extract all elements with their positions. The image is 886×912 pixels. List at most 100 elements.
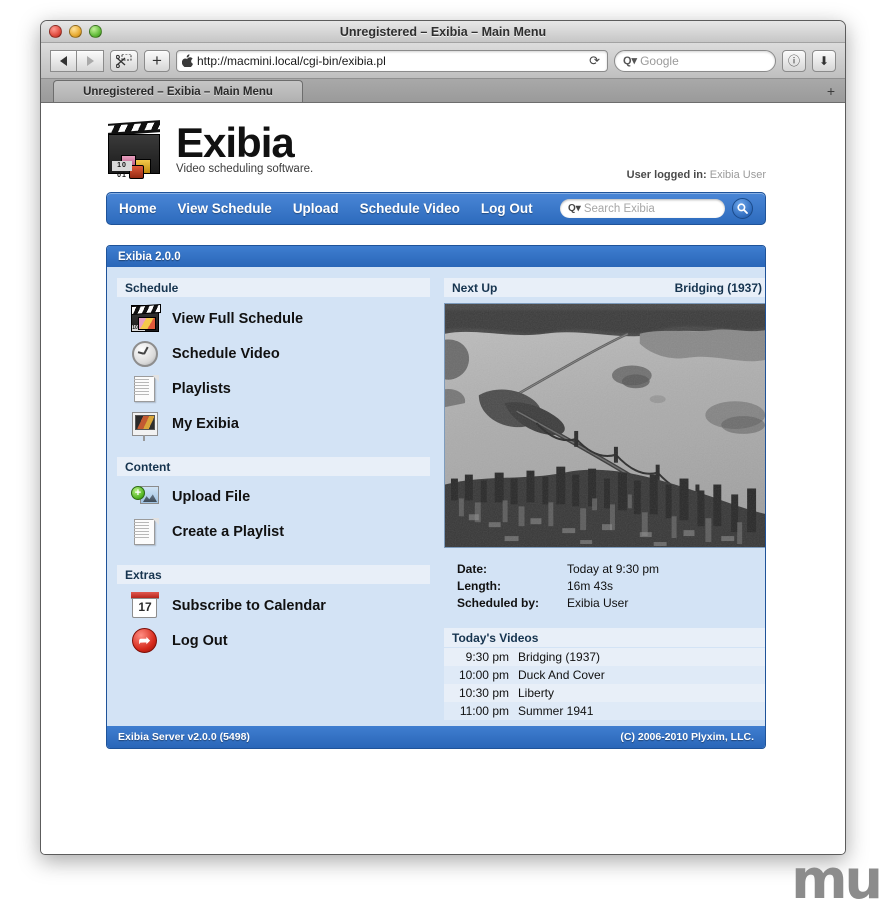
add-image-icon: + bbox=[131, 484, 159, 510]
app-panel-footer: Exibia Server v2.0.0 (5498) (C) 2006-201… bbox=[107, 726, 765, 748]
sidebar-item-subscribe-to-calendar[interactable]: 17 Subscribe to Calendar bbox=[117, 588, 430, 623]
window-controls bbox=[49, 25, 102, 38]
clapper-number: 10 01 bbox=[112, 161, 132, 179]
web-page-content: 10 01 Exibia Video scheduling software. … bbox=[41, 103, 845, 854]
sidebar-item-label: Log Out bbox=[172, 632, 228, 649]
list-item[interactable]: 11:00 pm Summer 1941 bbox=[444, 702, 765, 720]
calendar-icon: 17 bbox=[131, 592, 159, 619]
sidebar-item-playlists[interactable]: Playlists bbox=[117, 371, 430, 406]
sidebar-item-schedule-video[interactable]: Schedule Video bbox=[117, 336, 430, 371]
video-time: 10:30 pm bbox=[458, 686, 509, 700]
window-title: Unregistered – Exibia – Main Menu bbox=[339, 25, 547, 39]
window-titlebar: Unregistered – Exibia – Main Menu bbox=[41, 21, 845, 43]
sidebar-item-label: Playlists bbox=[172, 380, 231, 397]
google-search-placeholder: Google bbox=[640, 53, 679, 68]
detail-label: Scheduled by: bbox=[457, 596, 540, 610]
sidebar-item-label: Create a Playlist bbox=[172, 523, 285, 540]
sidebar-item-create-a-playlist[interactable]: Create a Playlist bbox=[117, 514, 430, 549]
arrow-right-icon bbox=[86, 55, 94, 66]
add-button[interactable]: + bbox=[144, 49, 170, 72]
document-icon bbox=[131, 375, 159, 402]
detail-value: Today at 9:30 pm bbox=[567, 562, 660, 576]
detail-label: Date: bbox=[457, 562, 488, 576]
next-up-panel: Next Up Bridging (1937) Date: Today at 9… bbox=[444, 278, 765, 720]
downloads-button[interactable]: ⬇ bbox=[812, 49, 836, 72]
nav-item-view-schedule[interactable]: View Schedule bbox=[178, 201, 272, 216]
reload-icon[interactable]: ⟳ bbox=[589, 53, 602, 69]
bridge-aerial-photo bbox=[445, 304, 765, 547]
next-up-video-title: Bridging (1937) bbox=[674, 280, 762, 295]
sidebar-item-label: Schedule Video bbox=[172, 345, 280, 362]
site-search-input[interactable]: Q▾ Search Exibia bbox=[560, 199, 725, 218]
video-title: Liberty bbox=[518, 686, 555, 700]
app-panel-title: Exibia 2.0.0 bbox=[107, 246, 765, 267]
detail-label: Length: bbox=[457, 579, 501, 593]
nav-item-upload[interactable]: Upload bbox=[293, 201, 339, 216]
apple-favicon-icon bbox=[182, 54, 193, 67]
url-text: http://macmini.local/cgi-bin/exibia.pl bbox=[197, 53, 386, 68]
info-button[interactable]: ⓘ bbox=[782, 49, 806, 72]
site-search-placeholder: Search Exibia bbox=[583, 202, 655, 215]
sidebar-item-label: Subscribe to Calendar bbox=[172, 597, 326, 614]
video-title: Duck And Cover bbox=[518, 668, 605, 682]
url-input[interactable]: http://macmini.local/cgi-bin/exibia.pl ⟳ bbox=[176, 49, 608, 72]
sidebar-item-label: Upload File bbox=[172, 489, 251, 505]
sidebar-section-schedule-header: Schedule bbox=[117, 278, 430, 297]
forward-button[interactable] bbox=[77, 49, 104, 72]
video-title: Bridging (1937) bbox=[518, 650, 601, 664]
clock-icon bbox=[131, 340, 159, 367]
site-title: Exibia bbox=[176, 119, 295, 166]
sidebar-item-my-exibia[interactable]: My Exibia bbox=[117, 406, 430, 441]
new-tab-button[interactable]: + bbox=[827, 84, 835, 98]
sidebar-menu: Schedule 10 01 View Full Schedule Schedu… bbox=[117, 278, 430, 720]
footer-copyright: (C) 2006-2010 Plyxim, LLC. bbox=[620, 731, 754, 743]
sidebar-section-content-header: Content bbox=[117, 457, 430, 476]
todays-videos-list: 9:30 pm Bridging (1937) 10:00 pm Duck An… bbox=[444, 648, 765, 720]
arrow-left-icon bbox=[60, 55, 67, 66]
search-magnifier-icon: Q▾ bbox=[623, 55, 638, 67]
plus-badge: + bbox=[131, 486, 145, 500]
next-up-label: Next Up bbox=[452, 280, 498, 295]
site-tagline: Video scheduling software. bbox=[176, 163, 314, 175]
site-header: 10 01 Exibia Video scheduling software. … bbox=[106, 119, 766, 185]
macupdate-watermark: mu bbox=[791, 848, 883, 911]
snip-scissors-button[interactable] bbox=[110, 49, 138, 72]
nav-item-log-out[interactable]: Log Out bbox=[481, 201, 533, 216]
user-logged-in-status: User logged in: Exibia User bbox=[627, 169, 766, 181]
list-item[interactable]: 10:00 pm Duck And Cover bbox=[444, 666, 765, 684]
next-up-thumbnail[interactable] bbox=[444, 303, 765, 548]
document-icon bbox=[131, 518, 159, 545]
google-search-input[interactable]: Q▾ Google bbox=[614, 49, 776, 72]
todays-videos-header: Today's Videos bbox=[444, 628, 765, 647]
scissors-icon bbox=[116, 53, 132, 68]
projector-screen-icon bbox=[131, 410, 159, 437]
minimize-window-button[interactable] bbox=[69, 25, 82, 38]
sidebar-item-label: My Exibia bbox=[172, 415, 239, 432]
site-search-button[interactable] bbox=[732, 198, 753, 219]
logo-row: 10 01 Exibia Video scheduling software. bbox=[106, 119, 766, 179]
video-time: 11:00 pm bbox=[459, 704, 509, 718]
search-icon bbox=[737, 203, 748, 214]
detail-value: 16m 43s bbox=[567, 579, 614, 593]
nav-item-schedule-video[interactable]: Schedule Video bbox=[360, 201, 460, 216]
exibia-app-panel: Exibia 2.0.0 Schedule 10 01 View Full Sc… bbox=[106, 245, 766, 749]
search-magnifier-icon: Q▾ bbox=[568, 203, 581, 214]
todays-videos-label: Today's Videos bbox=[452, 630, 539, 645]
sidebar-item-upload-file[interactable]: + Upload File bbox=[117, 480, 430, 514]
zoom-window-button[interactable] bbox=[89, 25, 102, 38]
browser-tab[interactable]: Unregistered – Exibia – Main Menu bbox=[53, 80, 303, 102]
nav-item-home[interactable]: Home bbox=[119, 201, 157, 216]
tab-bar: Unregistered – Exibia – Main Menu + bbox=[41, 79, 845, 103]
list-item[interactable]: 9:30 pm Bridging (1937) bbox=[444, 648, 765, 666]
sidebar-section-extras-header: Extras bbox=[117, 565, 430, 584]
close-window-button[interactable] bbox=[49, 25, 62, 38]
user-logged-in-label: User logged in: bbox=[626, 169, 707, 181]
sidebar-item-view-full-schedule[interactable]: 10 01 View Full Schedule bbox=[117, 301, 430, 336]
sidebar-item-log-out[interactable]: ➦ Log Out bbox=[117, 623, 430, 658]
list-item[interactable]: 10:30 pm Liberty bbox=[444, 684, 765, 702]
back-button[interactable] bbox=[50, 49, 77, 72]
user-name: Exibia User bbox=[709, 169, 766, 181]
next-up-header: Next Up Bridging (1937) bbox=[444, 278, 765, 297]
detail-row: Length: 16m 43s bbox=[457, 579, 765, 593]
calendar-day-number: 17 bbox=[138, 600, 152, 614]
